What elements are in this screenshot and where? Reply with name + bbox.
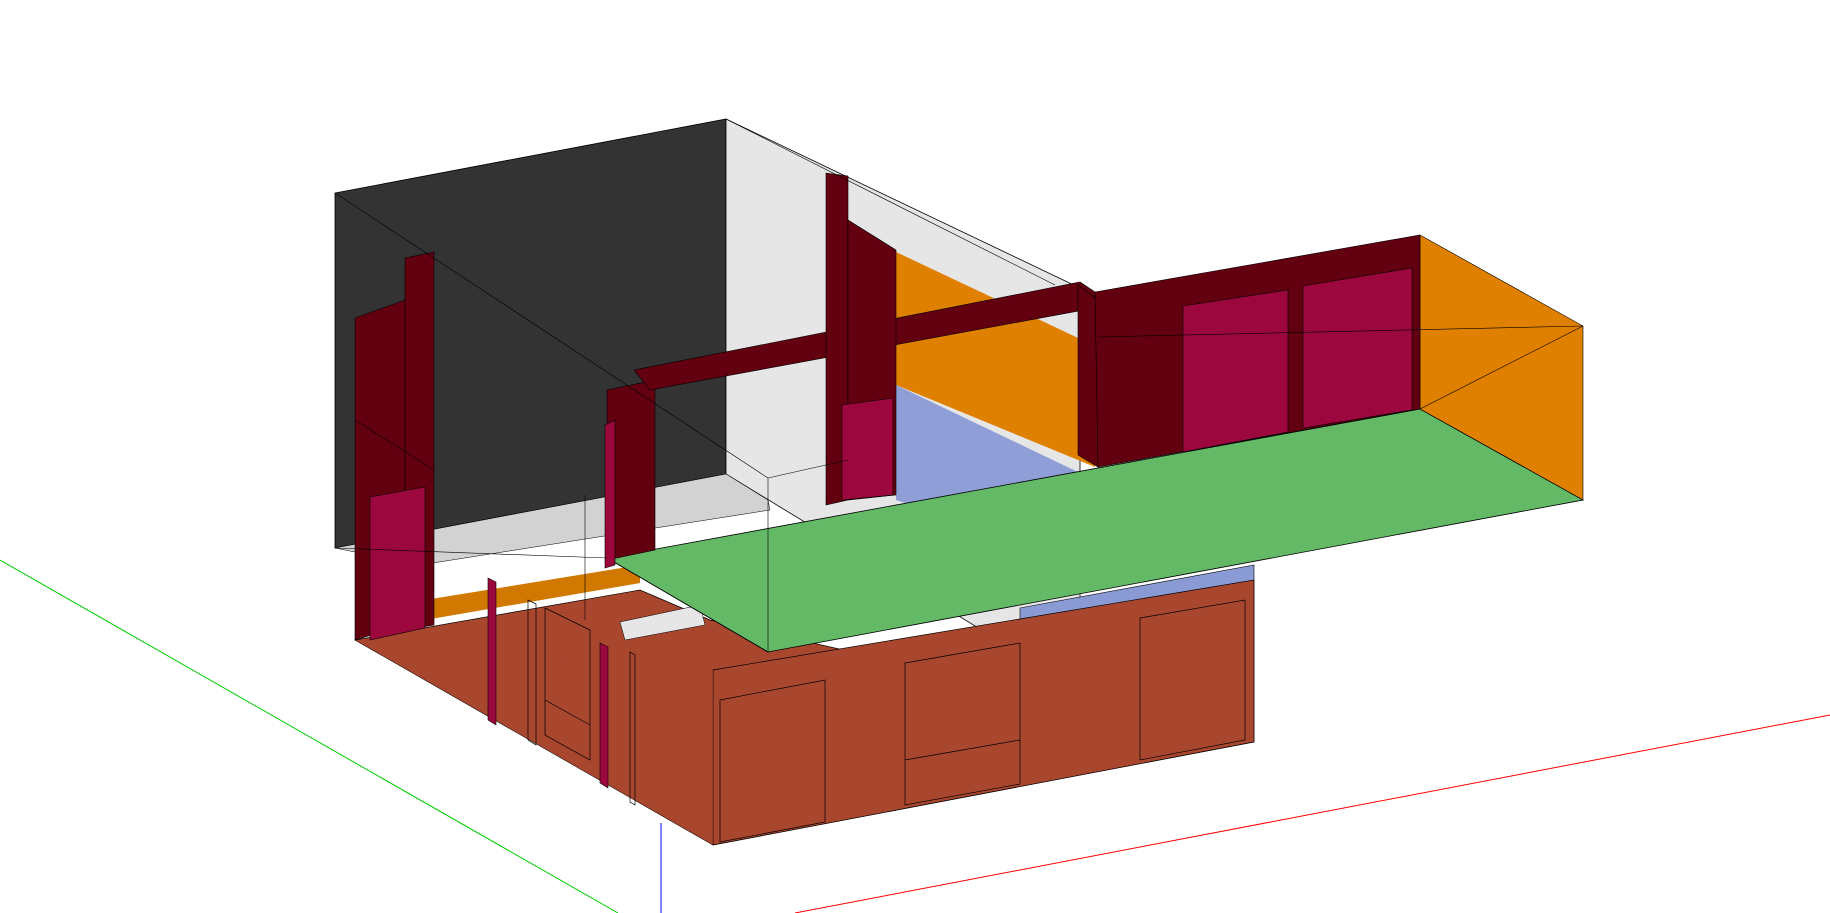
magenta-jamb-1: [487, 577, 497, 726]
middle-window-jamb: [604, 419, 616, 569]
magenta-jamb-2: [599, 642, 609, 789]
model-canvas[interactable]: [0, 0, 1830, 913]
left-window: [369, 486, 426, 641]
central-window: [841, 397, 894, 501]
right-window-1: [1182, 289, 1289, 453]
3d-viewport[interactable]: [0, 0, 1830, 913]
right-post: [1077, 284, 1099, 468]
right-window-2: [1302, 267, 1413, 429]
